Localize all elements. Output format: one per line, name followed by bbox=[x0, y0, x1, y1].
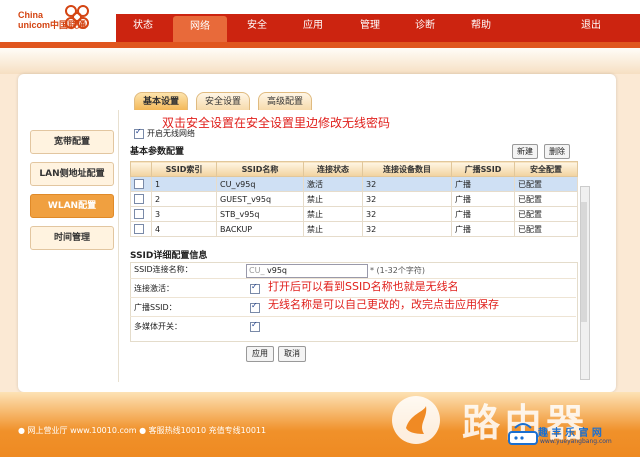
col-select bbox=[130, 161, 152, 177]
row-checkbox[interactable] bbox=[134, 194, 144, 204]
cell-devices: 32 bbox=[362, 206, 452, 222]
table-row[interactable]: 1 CU_v95q 激活 32 广播 已配置 bbox=[130, 176, 578, 192]
col-devices: 连接设备数目 bbox=[362, 161, 452, 177]
cell-index: 2 bbox=[151, 191, 217, 207]
cell-name: STB_v95q bbox=[216, 206, 304, 222]
ssid-hint: * (1-32个字符) bbox=[370, 266, 425, 275]
footer-links: ● 网上营业厅 www.10010.com ● 客服热线10010 充值专线10… bbox=[18, 426, 267, 435]
nav-status[interactable]: 状态 bbox=[116, 14, 170, 42]
activate-label: 连接激活： bbox=[134, 284, 174, 293]
top-fade bbox=[0, 48, 640, 74]
nav-diagnosis[interactable]: 诊断 bbox=[398, 14, 452, 42]
col-security: 安全配置 bbox=[514, 161, 578, 177]
table-row[interactable]: 4 BACKUP 禁止 32 广播 已配置 bbox=[130, 221, 578, 237]
sidebar-item-broadband[interactable]: 宽带配置 bbox=[30, 130, 114, 154]
cell-broadcast: 广播 bbox=[451, 206, 515, 222]
basic-params-title: 基本参数配置 bbox=[130, 147, 185, 157]
tab-advanced-config[interactable]: 高级配置 bbox=[258, 92, 313, 112]
logout-link[interactable]: 退出 bbox=[564, 14, 618, 42]
ssid-name-input[interactable]: CU_ v95q bbox=[246, 264, 368, 278]
enable-wireless-label: 开启无线网络 bbox=[147, 129, 195, 138]
col-status: 连接状态 bbox=[303, 161, 363, 177]
nav-application[interactable]: 应用 bbox=[286, 14, 340, 42]
cell-status: 禁止 bbox=[303, 191, 363, 207]
ssid-detail-title: SSID详细配置信息 bbox=[130, 251, 208, 261]
enable-wireless-checkbox[interactable] bbox=[134, 127, 144, 139]
col-ssid-index: SSID索引 bbox=[151, 161, 217, 177]
cell-status: 禁止 bbox=[303, 221, 363, 237]
enable-wireless-row: 开启无线网络 bbox=[134, 127, 195, 139]
table-row[interactable]: 3 STB_v95q 禁止 32 广播 已配置 bbox=[130, 206, 578, 222]
delete-button[interactable]: 删除 bbox=[544, 144, 570, 159]
tab-security-settings[interactable]: 安全设置 bbox=[196, 92, 251, 112]
ssid-table: SSID索引 SSID名称 连接状态 连接设备数目 广播SSID 安全配置 1 … bbox=[130, 161, 578, 237]
broadcast-label: 广播SSID： bbox=[134, 303, 177, 312]
apply-button[interactable]: 应用 bbox=[246, 346, 274, 362]
cell-devices: 32 bbox=[362, 176, 452, 192]
cell-broadcast: 广播 bbox=[451, 221, 515, 237]
row-checkbox[interactable] bbox=[134, 224, 144, 234]
annotation-mid-1: 打开后可以看到SSID名称也就是无线名 bbox=[268, 280, 459, 293]
col-ssid-name: SSID名称 bbox=[216, 161, 304, 177]
watermark-url: www.yueyangbang.com bbox=[540, 438, 612, 445]
cell-index: 1 bbox=[151, 176, 217, 192]
router-icon bbox=[508, 423, 538, 445]
watermark-site-name: 趣 丰 乐 官 网 bbox=[538, 428, 602, 439]
cell-devices: 32 bbox=[362, 191, 452, 207]
cell-devices: 32 bbox=[362, 221, 452, 237]
cancel-button[interactable]: 取消 bbox=[278, 346, 306, 362]
sidebar: 宽带配置 LAN侧地址配置 WLAN配置 时间管理 bbox=[18, 120, 118, 382]
nav-security[interactable]: 安全 bbox=[230, 14, 284, 42]
nav-network[interactable]: 网络 bbox=[173, 16, 227, 42]
row-checkbox[interactable] bbox=[134, 179, 144, 189]
cell-name: GUEST_v95q bbox=[216, 191, 304, 207]
detail-row-multimedia: 多媒体开关： bbox=[130, 319, 576, 335]
cell-index: 4 bbox=[151, 221, 217, 237]
watermark-flame-icon bbox=[392, 396, 440, 444]
nav-help[interactable]: 帮助 bbox=[454, 14, 508, 42]
annotation-mid-2: 无线名称是可以自己更改的，改完点击应用保存 bbox=[268, 298, 499, 311]
cell-name: CU_v95q bbox=[216, 176, 304, 192]
ssid-value: v95q bbox=[267, 266, 287, 275]
col-broadcast: 广播SSID bbox=[451, 161, 515, 177]
ssid-name-label: SSID连接名称： bbox=[134, 265, 193, 274]
cell-broadcast: 广播 bbox=[451, 191, 515, 207]
cell-security: 已配置 bbox=[514, 221, 578, 237]
cell-index: 3 bbox=[151, 206, 217, 222]
multimedia-checkbox[interactable] bbox=[250, 320, 260, 332]
cell-security: 已配置 bbox=[514, 176, 578, 192]
main-nav: 状态 网络 安全 应用 管理 诊断 帮助 退出 bbox=[116, 14, 640, 42]
nav-management[interactable]: 管理 bbox=[343, 14, 397, 42]
cell-status: 禁止 bbox=[303, 206, 363, 222]
sidebar-item-lan[interactable]: LAN侧地址配置 bbox=[30, 162, 114, 186]
annotation-top: 双击安全设置在安全设置里边修改无线密码 bbox=[162, 116, 391, 130]
cell-status: 激活 bbox=[303, 176, 363, 192]
cell-name: BACKUP bbox=[216, 221, 304, 237]
scrollbar-thumb[interactable] bbox=[581, 202, 587, 322]
table-header-row: SSID索引 SSID名称 连接状态 连接设备数目 广播SSID 安全配置 bbox=[130, 161, 578, 177]
sidebar-item-time[interactable]: 时间管理 bbox=[30, 226, 114, 250]
sidebar-item-wlan[interactable]: WLAN配置 bbox=[30, 194, 114, 218]
cell-security: 已配置 bbox=[514, 206, 578, 222]
cell-security: 已配置 bbox=[514, 191, 578, 207]
row-checkbox[interactable] bbox=[134, 209, 144, 219]
ssid-prefix: CU_ bbox=[249, 266, 265, 275]
cell-broadcast: 广播 bbox=[451, 176, 515, 192]
activate-checkbox[interactable] bbox=[250, 282, 260, 294]
table-row[interactable]: 2 GUEST_v95q 禁止 32 广播 已配置 bbox=[130, 191, 578, 207]
tab-basic-settings[interactable]: 基本设置 bbox=[134, 92, 189, 112]
multimedia-label: 多媒体开关： bbox=[134, 322, 182, 331]
unicom-knot-logo-icon bbox=[65, 5, 89, 29]
broadcast-checkbox[interactable] bbox=[250, 301, 260, 313]
new-button[interactable]: 新建 bbox=[512, 144, 538, 159]
